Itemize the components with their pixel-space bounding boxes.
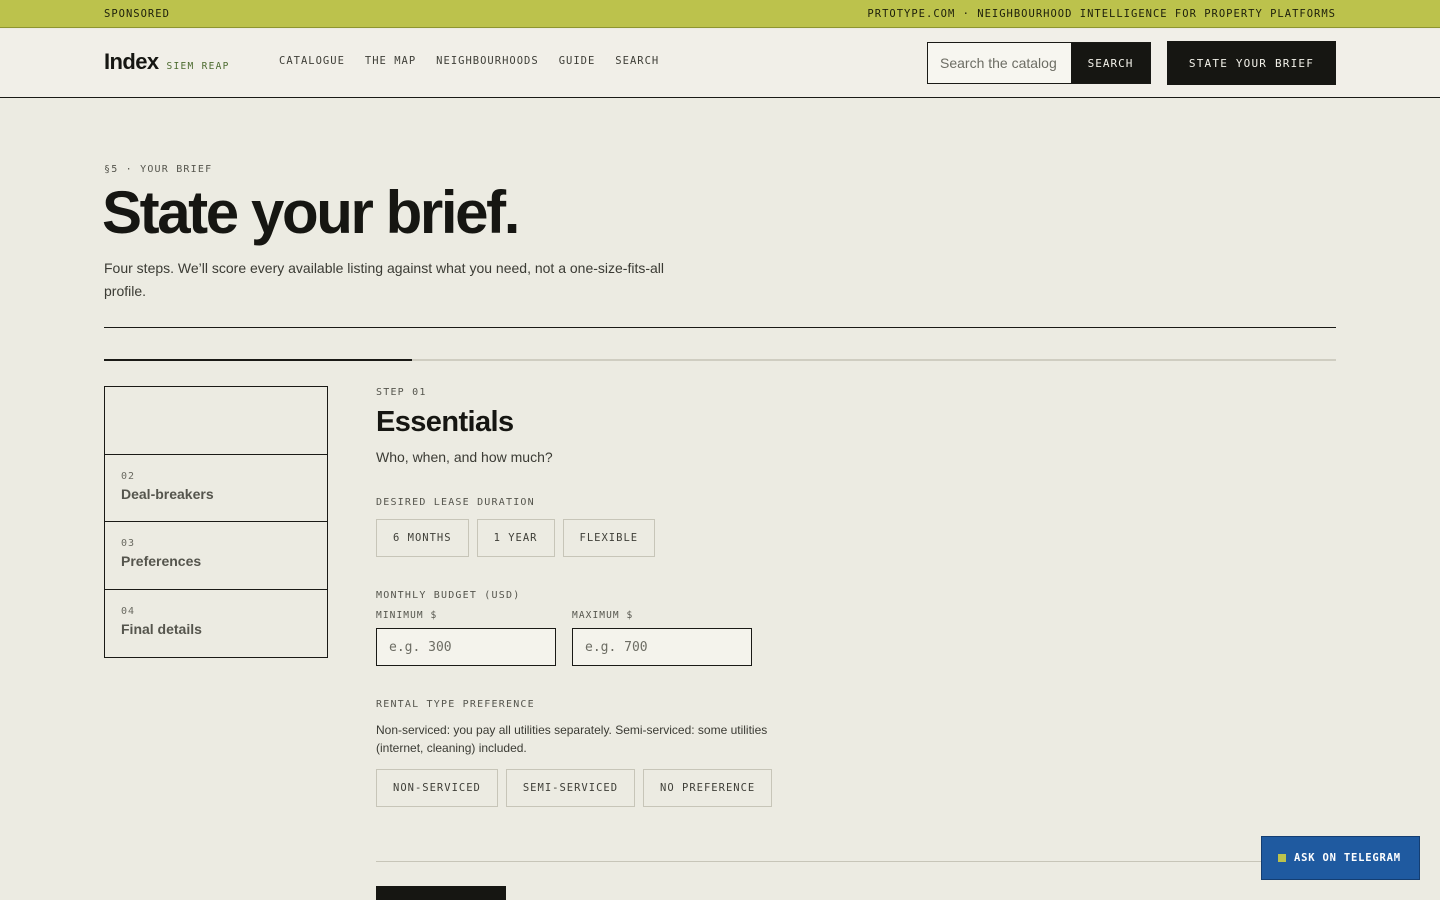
- rental-type-help: Non-serviced: you pay all utilities sepa…: [376, 723, 768, 755]
- telegram-dot-icon: [1278, 854, 1286, 862]
- brief-form: STEP 01 Essentials Who, when, and how mu…: [376, 386, 1336, 807]
- sponsor-bar: SPONSORED PRTOTYPE.COM · NEIGHBOURHOOD I…: [0, 0, 1440, 28]
- nav-neighbourhoods[interactable]: NEIGHBOURHOODS: [436, 55, 539, 67]
- budget-min: MINIMUM $: [376, 610, 556, 666]
- nav-catalogue[interactable]: CATALOGUE: [279, 55, 345, 67]
- brief-progress-fill: [104, 359, 412, 361]
- step-title: Essentials: [376, 406, 514, 438]
- site-header: Index SIEM REAP CATALOGUE THE MAP NEIGHB…: [0, 29, 1440, 98]
- budget-fields: MINIMUM $ MAXIMUM $: [376, 610, 1336, 666]
- ask-on-telegram-button[interactable]: ASK ON TELEGRAM: [1261, 836, 1420, 880]
- step-item-deal-breakers[interactable]: 02 Deal-breakers: [105, 455, 327, 522]
- step-subtitle: Who, when, and how much?: [376, 449, 553, 465]
- nav-guide[interactable]: GUIDE: [559, 55, 596, 67]
- budget-max: MAXIMUM $: [572, 610, 752, 666]
- page-title: State your brief.: [102, 179, 520, 246]
- nav-search[interactable]: SEARCH: [615, 55, 659, 67]
- step-number: 02: [121, 470, 136, 482]
- budget-min-label: MINIMUM $: [376, 610, 438, 621]
- brief-progress-bar: [104, 359, 1336, 361]
- step-number: 03: [121, 538, 136, 549]
- form-divider: [376, 861, 1336, 862]
- telegram-label: ASK ON TELEGRAM: [1294, 852, 1401, 864]
- rental-option-no-preference[interactable]: NO PREFERENCE: [643, 769, 773, 807]
- page-lede: Four steps. We’ll score every available …: [104, 260, 665, 299]
- budget-max-input[interactable]: [572, 628, 752, 666]
- budget-label: MONTHLY BUDGET (USD): [376, 590, 521, 601]
- section-divider: [104, 327, 1336, 328]
- nav-the-map[interactable]: THE MAP: [365, 55, 416, 67]
- step-item-essentials[interactable]: [105, 387, 327, 455]
- logo-city: SIEM REAP: [166, 61, 230, 72]
- next-step-button[interactable]: [376, 886, 506, 900]
- catalog-search-button[interactable]: SEARCH: [1071, 43, 1150, 83]
- lease-option-6-months[interactable]: 6 MONTHS: [376, 519, 469, 557]
- step-label: Preferences: [121, 553, 202, 569]
- step-eyebrow: STEP 01: [376, 387, 427, 398]
- logo-word: Index: [104, 49, 159, 74]
- sponsor-tagline-link[interactable]: PRTOTYPE.COM · NEIGHBOURHOOD INTELLIGENC…: [867, 8, 1336, 20]
- lease-duration-label: DESIRED LEASE DURATION: [376, 497, 535, 508]
- lease-duration-options: 6 MONTHS 1 YEAR FLEXIBLE: [376, 519, 1336, 557]
- lease-option-1-year[interactable]: 1 YEAR: [476, 519, 555, 557]
- budget-min-input[interactable]: [376, 628, 556, 666]
- rental-type-label: RENTAL TYPE PREFERENCE: [376, 699, 535, 710]
- step-number: 04: [121, 605, 136, 617]
- rental-option-non-serviced[interactable]: NON-SERVICED: [376, 769, 498, 807]
- catalog-search-input[interactable]: [928, 43, 1071, 83]
- main-nav: CATALOGUE THE MAP NEIGHBOURHOODS GUIDE S…: [279, 55, 659, 67]
- section-eyebrow: §5 · YOUR BRIEF: [104, 164, 213, 175]
- step-item-final-details[interactable]: 04 Final details: [105, 590, 327, 658]
- step-label: Final details: [121, 620, 202, 637]
- rental-option-semi-serviced[interactable]: SEMI-SERVICED: [505, 769, 636, 807]
- lease-option-flexible[interactable]: FLEXIBLE: [562, 519, 656, 557]
- budget-max-label: MAXIMUM $: [572, 610, 634, 621]
- state-your-brief-button[interactable]: STATE YOUR BRIEF: [1167, 41, 1336, 85]
- catalog-search: SEARCH: [927, 42, 1151, 84]
- step-list: 02 Deal-breakers 03 Preferences 04 Final…: [104, 386, 328, 658]
- step-item-preferences[interactable]: 03 Preferences: [105, 522, 327, 590]
- site-logo[interactable]: Index SIEM REAP: [104, 49, 230, 75]
- step-label: Deal-breakers: [121, 485, 214, 502]
- rental-type-options: NON-SERVICED SEMI-SERVICED NO PREFERENCE: [376, 769, 1336, 807]
- sponsored-label: SPONSORED: [104, 7, 170, 20]
